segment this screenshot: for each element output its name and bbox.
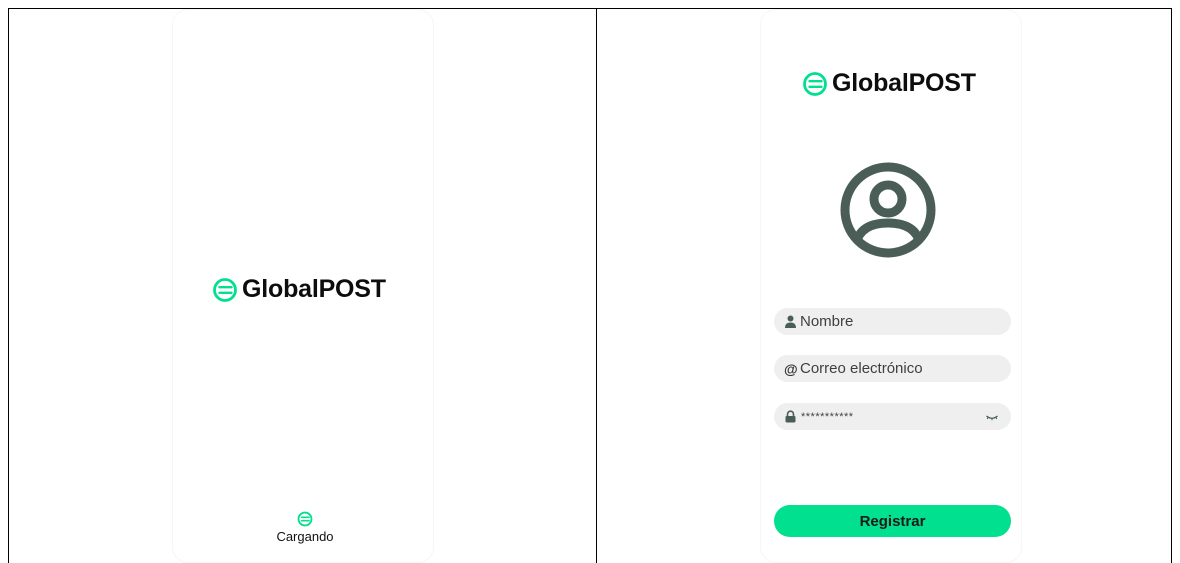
email-field[interactable]: @ <box>774 355 1011 382</box>
lock-icon <box>785 410 796 423</box>
user-circle-icon <box>840 162 936 258</box>
loading-indicator: Cargando <box>270 511 340 544</box>
eye-closed-icon[interactable] <box>985 412 999 422</box>
loading-label: Cargando <box>276 529 334 544</box>
globalpost-logo-icon <box>803 71 827 96</box>
splash-brand-logo: GlobalPOST <box>212 275 386 304</box>
globalpost-logo-icon <box>297 511 313 527</box>
brand-name: GlobalPOST <box>832 69 976 97</box>
name-field[interactable] <box>774 308 1011 335</box>
register-brand-logo: GlobalPOST <box>802 69 976 98</box>
email-input[interactable] <box>800 357 990 380</box>
splash-screen-frame: GlobalPOST Cargando <box>8 8 597 563</box>
person-icon <box>785 315 796 328</box>
brand-name: GlobalPOST <box>242 275 386 303</box>
password-field[interactable]: *********** <box>774 403 1011 430</box>
password-value[interactable]: *********** <box>801 411 985 423</box>
at-icon: @ <box>784 360 798 377</box>
globalpost-logo-icon <box>213 277 237 302</box>
register-button[interactable]: Registrar <box>774 505 1011 537</box>
name-input[interactable] <box>800 310 990 333</box>
register-screen-frame: GlobalPOST @ *********** Regis <box>596 8 1172 563</box>
